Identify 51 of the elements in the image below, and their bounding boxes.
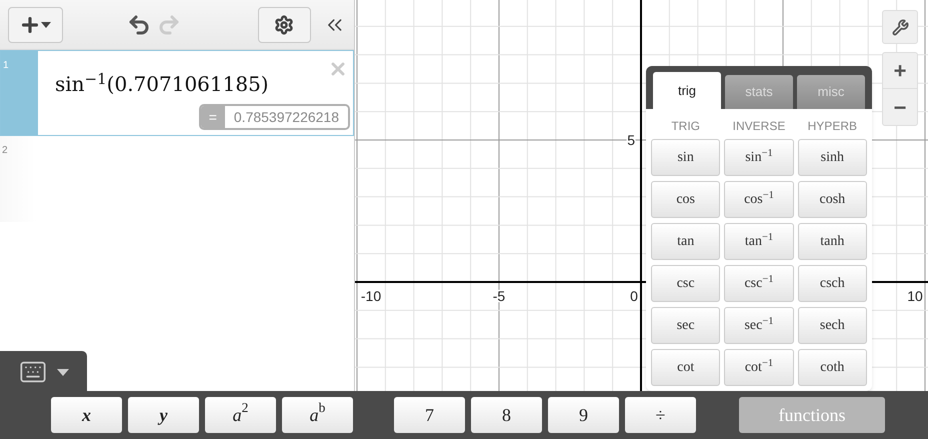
caret-icon [41, 22, 52, 28]
undo-icon[interactable] [126, 12, 151, 36]
settings-button[interactable] [882, 10, 918, 44]
wrench-icon [892, 18, 908, 36]
axis-label: -10 [360, 288, 382, 304]
function-button[interactable]: sec$^{−1}$ [724, 307, 794, 344]
function-button[interactable]: cosh [798, 181, 867, 218]
zoom-in-button[interactable]: + [883, 53, 917, 89]
function-button[interactable]: sin$^{−1}$ [724, 139, 794, 176]
gear-icon [274, 14, 294, 34]
settings-button[interactable] [258, 6, 311, 42]
function-button[interactable]: cos$^{−1}$ [724, 181, 794, 218]
keyboard-toggle[interactable] [0, 351, 87, 393]
column-header: HYPERB [806, 118, 858, 135]
function-button[interactable]: sinh [798, 139, 867, 176]
function-button[interactable]: cot$^{−1}$ [724, 349, 794, 386]
axis-label: 0 [630, 288, 638, 304]
key-button[interactable]: y [128, 397, 199, 433]
axis-label: 10 [907, 288, 923, 304]
function-button[interactable]: cos [651, 181, 720, 218]
key-button[interactable]: ÷ [625, 397, 696, 433]
function-button[interactable]: cot [651, 349, 720, 386]
popup-tab[interactable]: trig [653, 72, 721, 109]
key-button[interactable]: 8 [471, 397, 542, 433]
key-button[interactable]: a$^{2}$ [205, 397, 276, 433]
formula-text: sin$^{−1}$(0.7071061185) [55, 69, 269, 98]
row-number: 1 [3, 60, 9, 71]
function-button[interactable]: csch [798, 265, 867, 302]
function-button[interactable]: tanh [798, 223, 867, 260]
key-button[interactable]: 7 [394, 397, 465, 433]
key-button[interactable]: x [51, 397, 122, 433]
function-button[interactable]: coth [798, 349, 867, 386]
equals-sign: = [200, 106, 225, 128]
key-button[interactable]: 9 [548, 397, 619, 433]
expression-row[interactable]: 1 sin$^{−1}$(0.7071061185) = 0.785397226218 [0, 50, 354, 136]
function-button[interactable]: tan$^{−1}$ [724, 223, 794, 260]
axis-label: -5 [492, 288, 506, 304]
function-button[interactable]: tan [651, 223, 720, 260]
column-header: TRIG [670, 118, 701, 135]
caret-icon [56, 368, 68, 376]
row-number: 2 [2, 145, 8, 156]
function-button[interactable]: csc [651, 265, 720, 302]
function-button[interactable]: sin [651, 139, 720, 176]
function-button[interactable]: sec [651, 307, 720, 344]
column-header: INVERSE [732, 118, 786, 135]
key-button[interactable]: a$^{b}$ [282, 397, 353, 433]
add-button[interactable] [8, 6, 63, 42]
zoom-out-button[interactable]: − [883, 89, 917, 125]
axis-label: 5 [627, 132, 635, 148]
function-button[interactable]: csc$^{−1}$ [724, 265, 794, 302]
function-button[interactable]: sech [798, 307, 867, 344]
